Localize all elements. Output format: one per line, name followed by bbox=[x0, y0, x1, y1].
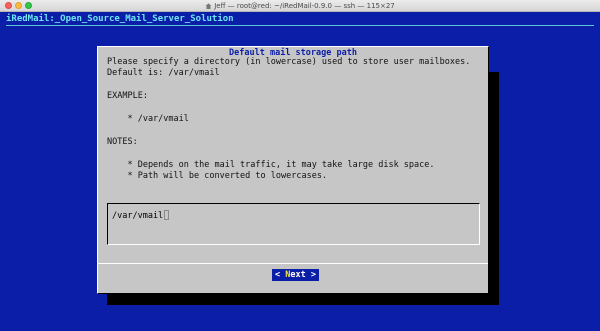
button-row-divider bbox=[98, 263, 488, 264]
dialog-note-item: * Depends on the mail traffic, it may ta… bbox=[107, 160, 435, 170]
storage-path-text: /var/vmail bbox=[112, 211, 164, 221]
next-button[interactable]: < Next > bbox=[272, 269, 319, 281]
terminal-screen[interactable]: iRedMail:_Open_Source_Mail_Server_Soluti… bbox=[0, 12, 600, 331]
dialog-example-heading: EXAMPLE: bbox=[107, 91, 148, 101]
next-button-hotkey: N bbox=[280, 270, 291, 280]
backtitle: iRedMail:_Open_Source_Mail_Server_Soluti… bbox=[6, 14, 234, 24]
window-titlebar[interactable]: Jeff — root@red: ~/iRedMail-0.9.0 — ssh … bbox=[0, 0, 600, 12]
window-title-text: Jeff — root@red: ~/iRedMail-0.9.0 — ssh … bbox=[214, 2, 395, 10]
next-button-close-bracket: > bbox=[310, 270, 316, 280]
backtitle-divider bbox=[6, 25, 594, 26]
dialog-default-line: Default is: /var/vmail bbox=[107, 68, 220, 78]
dialog-notes-heading: NOTES: bbox=[107, 137, 138, 147]
dialog-note-item: * Path will be converted to lowercases. bbox=[107, 171, 328, 181]
next-button-label: ext bbox=[290, 270, 311, 280]
window-title: Jeff — root@red: ~/iRedMail-0.9.0 — ssh … bbox=[0, 0, 600, 12]
dialog-example-item: * /var/vmail bbox=[107, 114, 189, 124]
mail-storage-dialog: Default mail storage path Please specify… bbox=[97, 46, 489, 294]
storage-path-input[interactable]: /var/vmail bbox=[107, 203, 480, 245]
home-folder-icon bbox=[205, 3, 212, 9]
text-cursor bbox=[164, 210, 170, 220]
dialog-instruction-line: Please specify a directory (in lowercase… bbox=[107, 57, 471, 67]
storage-path-value[interactable]: /var/vmail bbox=[112, 210, 170, 222]
terminal-window: Jeff — root@red: ~/iRedMail-0.9.0 — ssh … bbox=[0, 0, 600, 331]
